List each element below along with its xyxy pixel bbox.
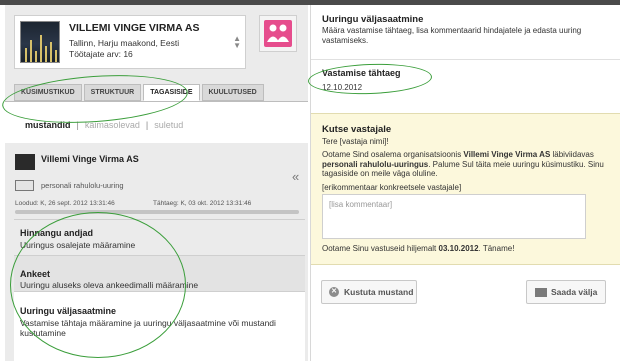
- send-button[interactable]: Saada välja: [526, 280, 606, 304]
- subtabs-bar: mustandid | käimasolevad | suletud: [5, 101, 308, 143]
- survey-type-icon: [15, 180, 34, 191]
- chevron-up-down-icon[interactable]: ▲ ▼: [233, 35, 241, 50]
- step-description: Vastamise tähtaja määramine ja uuringu v…: [20, 318, 276, 338]
- deadline-field[interactable]: 12.10.2012: [322, 83, 362, 92]
- subtab-separator: |: [76, 120, 79, 130]
- divider: [311, 59, 620, 60]
- survey-dates: Loodud: K, 26 sept. 2012 13:31:46 Tähtae…: [15, 200, 303, 207]
- subtab-pending[interactable]: käimasolevad: [85, 120, 140, 130]
- survey-title: Villemi Vinge Virma AS: [41, 154, 139, 164]
- comment-textarea[interactable]: [lisa kommentaar]: [322, 194, 586, 239]
- main-tabs: KÜSIMUSTIKUD STRUKTUUR TAGASISIDE KUULUT…: [14, 84, 266, 101]
- deadline-label: Vastamise tähtaeg: [322, 68, 401, 78]
- step-sending[interactable]: Uuringu väljasaatmine Vastamise tähtaja …: [14, 291, 305, 361]
- company-employees: Töötajate arv: 16: [69, 49, 133, 59]
- envelope-icon: [535, 287, 547, 297]
- invitation-greeting: Tere [vastaja nimi]!: [322, 137, 389, 146]
- step-title: Uuringu väljasaatmine: [20, 306, 117, 316]
- delete-draft-label: Kustuta mustand: [344, 287, 414, 297]
- subtabs: mustandid | käimasolevad | suletud: [25, 120, 183, 130]
- send-label: Saada välja: [551, 287, 598, 297]
- company-selector[interactable]: VILLEMI VINGE VIRMA AS Tallinn, Harju ma…: [14, 15, 246, 69]
- survey-card[interactable]: Villemi Vinge Virma AS personali rahulol…: [14, 149, 305, 217]
- subtab-closed[interactable]: suletud: [154, 120, 183, 130]
- people-button[interactable]: [259, 15, 297, 52]
- deadline-date: Tähtaeg: K, 03 okt. 2012 13:31:46: [153, 200, 252, 207]
- step-description: Uuringu aluseks oleva ankeedimalli määra…: [20, 280, 199, 290]
- detail-title: Uuringu väljasaatmine: [322, 14, 424, 25]
- invitation-note: [erikommentaar konkreetsele vastajale]: [322, 183, 462, 192]
- subtab-separator: |: [145, 120, 149, 130]
- left-panel: VILLEMI VINGE VIRMA AS Tallinn, Harju ma…: [5, 5, 308, 361]
- step-title: Ankeet: [20, 269, 51, 279]
- invitation-footer: Ootame Sinu vastuseid hiljemalt 03.10.20…: [322, 244, 515, 253]
- invitation-body: Ootame Sind osalema organisatsioonis Vil…: [322, 150, 604, 178]
- company-name: VILLEMI VINGE VIRMA AS: [69, 22, 200, 34]
- created-date: Loodud: K, 26 sept. 2012 13:31:46: [15, 200, 115, 207]
- tab-struktuur[interactable]: STRUKTUUR: [83, 84, 142, 101]
- step-title: Hinnangu andjad: [20, 228, 93, 238]
- invitation-box: Kutse vastajale Tere [vastaja nimi]! Oot…: [311, 113, 620, 265]
- subtab-drafts[interactable]: mustandid: [25, 120, 71, 130]
- company-location: Tallinn, Harju maakond, Eesti: [69, 38, 180, 48]
- x-circle-icon: ✕: [329, 287, 339, 297]
- step-respondents[interactable]: Hinnangu andjad Uuringus osalejate määra…: [14, 219, 305, 255]
- invitation-title: Kutse vastajale: [322, 124, 392, 135]
- collapse-icon[interactable]: «: [292, 169, 299, 184]
- company-thumbnail-icon: [15, 154, 35, 170]
- detail-description: Määra vastamise tähtaeg, lisa kommentaar…: [322, 26, 582, 45]
- tab-tagasiside[interactable]: TAGASISIDE: [143, 84, 200, 101]
- delete-draft-button[interactable]: ✕ Kustuta mustand: [321, 280, 417, 304]
- tab-kusimustikud[interactable]: KÜSIMUSTIKUD: [14, 84, 82, 101]
- survey-type: personali rahulolu-uuring: [41, 181, 124, 190]
- tab-kuulutused[interactable]: KUULUTUSED: [201, 84, 264, 101]
- step-description: Uuringus osalejate määramine: [20, 240, 136, 250]
- step-questionnaire[interactable]: Ankeet Uuringu aluseks oleva ankeedimall…: [14, 255, 305, 291]
- right-panel: Uuringu väljasaatmine Määra vastamise tä…: [310, 5, 620, 361]
- people-icon: [267, 24, 289, 42]
- company-logo: [20, 21, 60, 63]
- survey-progress-bar: [15, 210, 299, 214]
